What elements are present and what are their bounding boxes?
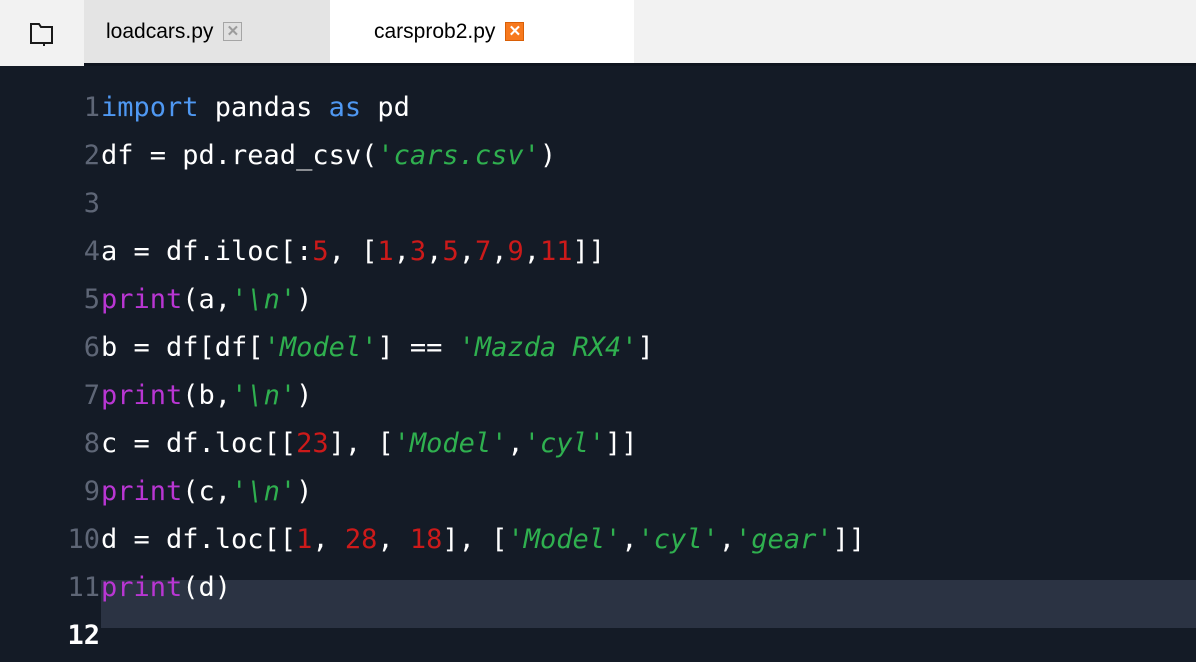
code-token: , [ bbox=[328, 236, 378, 267]
code-token: ) bbox=[539, 140, 557, 171]
code-token: as bbox=[328, 92, 362, 123]
code-token: (c, bbox=[182, 476, 232, 507]
code-token: , bbox=[393, 236, 410, 267]
line-number-gutter: 1 2 3 4 5 6 7 8 9 10 11 12 bbox=[0, 69, 100, 662]
code-token: print bbox=[101, 476, 183, 507]
code-token: ) bbox=[296, 284, 313, 315]
open-file-button[interactable] bbox=[0, 0, 84, 66]
code-token: 5 bbox=[312, 236, 329, 267]
line-number: 11 bbox=[67, 572, 100, 603]
code-token: import bbox=[101, 92, 199, 123]
code-token: c = df.loc[[ bbox=[101, 428, 297, 459]
code-token: '\n' bbox=[231, 380, 297, 411]
line-number: 3 bbox=[83, 188, 100, 219]
code-token: 'Model' bbox=[263, 332, 378, 363]
code-token: 'gear' bbox=[735, 524, 833, 555]
code-token: ] bbox=[637, 332, 654, 363]
code-token: , bbox=[507, 428, 524, 459]
code-line[interactable]: import pandas as pd bbox=[101, 84, 410, 132]
code-token: 'cyl' bbox=[523, 428, 605, 459]
code-token: ], [ bbox=[328, 428, 394, 459]
tab-loadcars[interactable]: loadcars.py ✕ bbox=[84, 0, 330, 63]
code-token: ]] bbox=[832, 524, 866, 555]
code-line[interactable]: df = pd.read_csv('cars.csv') bbox=[101, 132, 556, 180]
code-line[interactable]: print(d) bbox=[101, 564, 231, 612]
code-token: 9 bbox=[507, 236, 524, 267]
code-line[interactable]: print(a,'\n') bbox=[101, 276, 312, 324]
close-icon[interactable]: ✕ bbox=[223, 22, 243, 41]
tab-label: loadcars.py bbox=[106, 19, 214, 43]
code-token: 7 bbox=[474, 236, 492, 267]
code-token: 'cars.csv' bbox=[377, 140, 540, 171]
close-icon[interactable]: ✕ bbox=[505, 22, 525, 41]
tab-bar: loadcars.py ✕ carsprob2.py ✕ bbox=[0, 0, 1196, 66]
code-token: 28 bbox=[344, 524, 378, 555]
code-token: '\n' bbox=[231, 284, 297, 315]
line-number: 9 bbox=[83, 476, 100, 507]
line-number: 5 bbox=[83, 284, 100, 315]
code-token: d = df.loc[[ bbox=[101, 524, 297, 555]
line-number: 10 bbox=[67, 524, 100, 555]
code-token: ]] bbox=[572, 236, 606, 267]
code-line[interactable]: b = df[df['Model'] == 'Mazda RX4'] bbox=[101, 324, 654, 372]
code-token: , bbox=[523, 236, 541, 267]
code-token: 'Model' bbox=[393, 428, 508, 459]
line-number: 12 bbox=[67, 620, 100, 651]
code-token: , bbox=[621, 524, 638, 555]
code-line[interactable]: print(b,'\n') bbox=[101, 372, 312, 420]
tab-carsprob2[interactable]: carsprob2.py ✕ bbox=[330, 0, 634, 63]
code-token: 1 bbox=[296, 524, 313, 555]
code-token: print bbox=[101, 572, 183, 603]
code-token: (d) bbox=[182, 572, 232, 603]
code-token: , bbox=[426, 236, 443, 267]
code-token: , bbox=[491, 236, 508, 267]
code-token: ) bbox=[296, 380, 313, 411]
code-token: ) bbox=[296, 476, 313, 507]
line-number: 2 bbox=[83, 140, 100, 171]
code-token: , bbox=[718, 524, 736, 555]
code-line[interactable]: d = df.loc[[1, 28, 18], ['Model','cyl','… bbox=[101, 516, 865, 564]
code-line[interactable]: c = df.loc[[23], ['Model','cyl']] bbox=[101, 420, 637, 468]
code-token: df = pd.read_csv( bbox=[101, 140, 378, 171]
code-token: print bbox=[101, 284, 183, 315]
tab-label: carsprob2.py bbox=[374, 19, 496, 43]
code-token: 'Model' bbox=[507, 524, 622, 555]
code-token: 'cyl' bbox=[637, 524, 719, 555]
code-token: '\n' bbox=[231, 476, 297, 507]
line-number: 8 bbox=[83, 428, 100, 459]
code-token: , bbox=[458, 236, 475, 267]
code-token: 5 bbox=[442, 236, 459, 267]
code-token: (a, bbox=[182, 284, 232, 315]
code-line[interactable]: print(c,'\n') bbox=[101, 468, 312, 516]
line-number: 6 bbox=[83, 332, 100, 363]
line-number: 4 bbox=[83, 236, 100, 267]
code-token: 11 bbox=[540, 236, 573, 267]
line-number: 1 bbox=[83, 92, 100, 123]
line-number: 7 bbox=[83, 380, 100, 411]
code-line[interactable]: a = df.iloc[:5, [1,3,5,7,9,11]] bbox=[101, 228, 605, 276]
folder-icon bbox=[30, 23, 53, 46]
code-token: b = df[df[ bbox=[101, 332, 264, 363]
code-token: , bbox=[377, 524, 410, 555]
code-token: pd bbox=[361, 92, 410, 123]
code-token: ]] bbox=[604, 428, 638, 459]
code-token: 1 bbox=[377, 236, 394, 267]
code-token: 18 bbox=[409, 524, 443, 555]
code-token: pandas bbox=[198, 92, 329, 123]
code-token: 3 bbox=[409, 236, 427, 267]
current-line-highlight bbox=[101, 580, 1196, 628]
code-token: 23 bbox=[296, 428, 329, 459]
code-token: a = df.iloc[: bbox=[101, 236, 313, 267]
code-token: print bbox=[101, 380, 183, 411]
code-token: ], [ bbox=[442, 524, 508, 555]
code-token: (b, bbox=[182, 380, 232, 411]
code-token: , bbox=[312, 524, 345, 555]
code-token: 'Mazda RX4' bbox=[458, 332, 638, 363]
code-token: ] == bbox=[377, 332, 459, 363]
